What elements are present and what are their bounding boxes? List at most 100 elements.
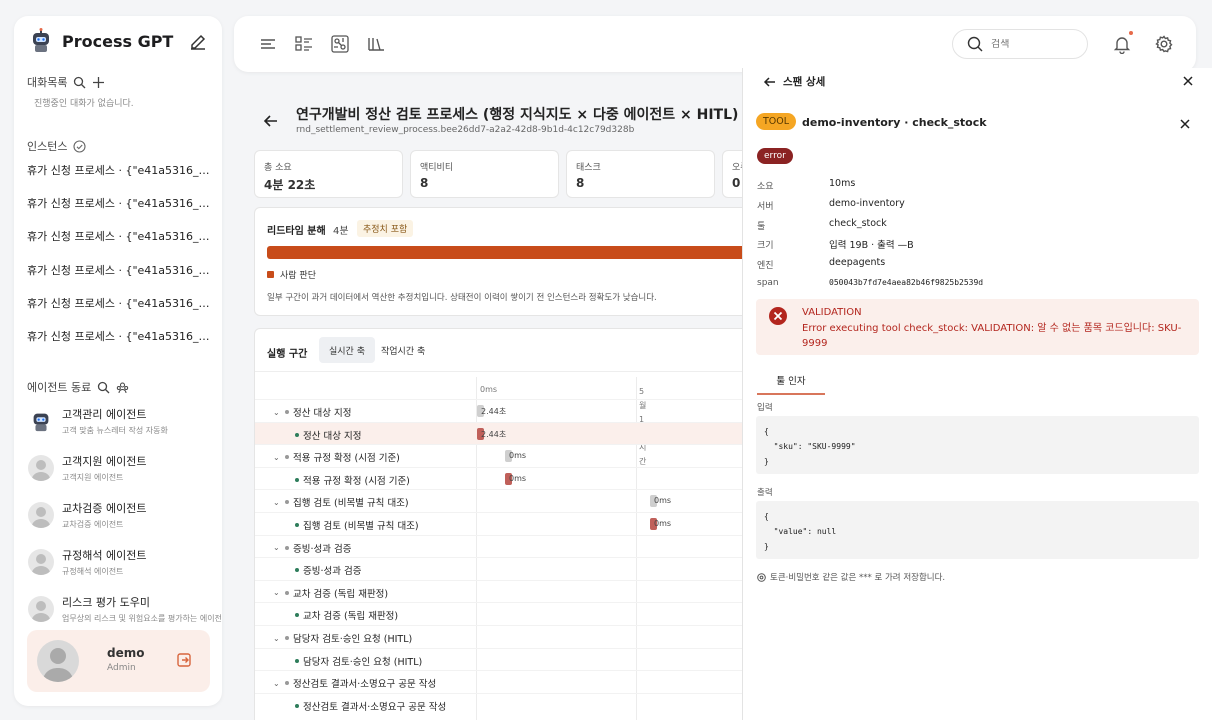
instance-item[interactable]: 휴가 신청 프로세스 · {"e41a5316_cfd0cd97d3b6"}: [27, 262, 213, 278]
leadtime-bar[interactable]: [267, 246, 753, 259]
status-dot: [285, 636, 289, 640]
span-row[interactable]: 집행 검토 (비목별 규칙 대조) 0ms: [255, 512, 753, 534]
instance-item[interactable]: 휴가 신청 프로세스 · {"e41a5316_cfd0cd97d3b6"}: [27, 328, 213, 344]
tool-badge: TOOL: [756, 113, 797, 130]
span-row-label: 담당자 검토·승인 요청 (HITL): [295, 654, 422, 668]
search-input[interactable]: [991, 38, 1071, 50]
robot-logo-icon: [33, 28, 49, 52]
stat-label: 액티비티: [420, 163, 454, 173]
span-row-label: ⌄ 담당자 검토·승인 요청 (HITL): [273, 631, 412, 646]
status-dot: [285, 455, 289, 460]
leadtime-legend: 사람 판단: [267, 268, 316, 281]
instance-item[interactable]: 휴가 신청 프로세스 · {"e41a5316_cfd0cd97d3b6"}: [27, 295, 213, 311]
span-bar-label: 0ms: [654, 519, 672, 528]
check-circle-icon[interactable]: [73, 139, 87, 153]
span-row[interactable]: ⌄ 담당자 검토·승인 요청 (HITL): [255, 625, 753, 647]
agent-item[interactable]: 규정해석 에이전트 규정해석 에이전트: [28, 547, 214, 577]
field-value: check_stock: [829, 218, 887, 229]
tab-realtime-axis[interactable]: 실시간 축: [319, 337, 375, 363]
instance-item[interactable]: 휴가 신청 프로세스 · {"e41a5316_cfd0cd97d3b6"}: [27, 228, 213, 244]
span-name: demo-inventory · check_stock: [802, 116, 987, 129]
span-row[interactable]: ⌄ 적용 규정 확정 (시점 기준) 0ms: [255, 444, 753, 466]
chevron-down-icon[interactable]: ⌄: [273, 634, 281, 643]
field-key: 소요: [757, 182, 774, 192]
agent-desc: 업무상의 리스크 및 위험요소를 평가하는 에이전트: [62, 614, 222, 623]
status-dot: [295, 568, 299, 573]
new-chat-icon[interactable]: [188, 32, 208, 52]
mask-note: 토큰·비밀번호 같은 값은 *** 로 가려 저장합니다.: [757, 571, 945, 583]
span-row[interactable]: 증빙·성과 검증: [255, 557, 753, 579]
span-name: 교차 검증 (독립 재판정): [303, 611, 399, 623]
span-row[interactable]: ⌄ 정산 대상 지정 2.44초: [255, 399, 753, 421]
agent-group-icon[interactable]: [116, 381, 129, 394]
agent-name: 규정해석 에이전트: [62, 549, 147, 562]
instance-item[interactable]: 휴가 신청 프로세스 · {"e41a5316_cfd0cd97d3b6"}: [27, 162, 213, 178]
agent-item[interactable]: 리스크 평가 도우미업무상의 리스크 및 위험요소를 평가하는 에이전트: [28, 594, 222, 624]
span-row[interactable]: ⌄ 교차 검증 (독립 재판정): [255, 579, 753, 602]
chevron-down-icon[interactable]: ⌄: [273, 588, 281, 597]
agent-item[interactable]: 고객지원 에이전트 고객지원 에이전트: [28, 453, 214, 483]
tab-tool-args[interactable]: 툴 인자: [757, 373, 825, 395]
checklist-icon[interactable]: [294, 34, 314, 54]
status-dot: [285, 500, 289, 505]
search-icon[interactable]: [73, 76, 86, 89]
gear-icon[interactable]: [1154, 34, 1174, 54]
chevron-down-icon[interactable]: ⌄: [273, 543, 281, 552]
agent-item[interactable]: 교차검증 에이전트 교차검증 에이전트: [28, 500, 214, 530]
field-key: 서버: [757, 202, 774, 212]
status-dot: [295, 613, 299, 618]
notification-dot: [1129, 31, 1133, 35]
span-row[interactable]: 적용 규정 확정 (시점 기준) 0ms: [255, 466, 753, 489]
span-row[interactable]: 교차 검증 (독립 재판정): [255, 602, 753, 624]
error-box: VALIDATION Error executing tool check_st…: [756, 299, 1199, 355]
agent-item[interactable]: 고객관리 에이전트고객 맞춤 뉴스레터 작성 자동화: [28, 406, 214, 436]
chevron-down-icon[interactable]: ⌄: [273, 679, 281, 688]
agent-desc: 고객 맞춤 뉴스레터 작성 자동화: [62, 426, 168, 435]
agent-name: 리스크 평가 도우미: [62, 596, 150, 609]
span-row[interactable]: 정산검토 결과서·소명요구 공문 작성: [255, 692, 753, 715]
span-name: 정산검토 결과서·소명요구 공문 작성: [293, 679, 437, 691]
chevron-down-icon[interactable]: ⌄: [273, 408, 281, 417]
library-icon[interactable]: [366, 34, 386, 54]
span-row[interactable]: ⌄ 증빙·성과 검증: [255, 534, 753, 557]
span-row-label: ⌄ 증빙·성과 검증: [273, 541, 351, 555]
tab-worktime-axis[interactable]: 작업시간 축: [371, 337, 435, 363]
agent-desc: 교차검증 에이전트: [62, 520, 124, 529]
span-detail-panel: 스팬 상세 TOOL demo-inventory · check_stock …: [742, 68, 1212, 720]
user-avatar-icon: [28, 549, 54, 575]
agent-name: 고객관리 에이전트: [62, 408, 147, 421]
agent-desc: 고객지원 에이전트: [62, 473, 124, 482]
brand[interactable]: Process GPT: [28, 28, 173, 54]
user-avatar-icon: [37, 640, 79, 682]
span-name: 집행 검토 (비목별 규칙 대조): [303, 521, 419, 532]
status-dot: [295, 523, 299, 527]
instance-item[interactable]: 휴가 신청 프로세스 · {"e41a5316_cfd0cd97d3b6"}: [27, 195, 213, 211]
span-row[interactable]: ⌄ 정산검토 결과서·소명요구 공문 작성: [255, 670, 753, 692]
estimate-badge: 추정치 포함: [357, 220, 414, 237]
close-icon[interactable]: [1182, 75, 1194, 87]
user-card[interactable]: demo Admin: [27, 630, 210, 692]
conversations-empty: 진행중인 대화가 없습니다.: [34, 99, 134, 109]
search-box[interactable]: [952, 29, 1088, 59]
back-arrow-icon[interactable]: [763, 75, 777, 89]
span-bar-label: 2.44초: [481, 407, 507, 416]
user-role: Admin: [107, 663, 136, 673]
agent-desc: 규정해석 에이전트: [62, 567, 124, 576]
panel-title: 스팬 상세: [783, 76, 826, 88]
search-icon[interactable]: [97, 381, 110, 394]
span-row[interactable]: 정산 대상 지정 2.44초: [255, 421, 753, 444]
chevron-down-icon[interactable]: ⌄: [273, 498, 281, 507]
process-map-icon[interactable]: [330, 34, 350, 54]
span-row[interactable]: 담당자 검토·승인 요청 (HITL): [255, 647, 753, 670]
instances-title: 인스턴스: [27, 140, 68, 153]
chevron-down-icon[interactable]: ⌄: [273, 453, 281, 462]
error-title: VALIDATION: [802, 307, 862, 318]
close-icon[interactable]: [1179, 118, 1191, 130]
bell-icon[interactable]: [1112, 34, 1132, 54]
span-row[interactable]: ⌄ 집행 검토 (비목별 규칙 대조) 0ms: [255, 489, 753, 511]
back-arrow-icon[interactable]: [262, 112, 280, 130]
status-dot: [295, 477, 299, 482]
add-icon[interactable]: [92, 76, 105, 89]
logout-icon[interactable]: [176, 652, 192, 668]
menu-lines-icon[interactable]: [258, 34, 278, 54]
